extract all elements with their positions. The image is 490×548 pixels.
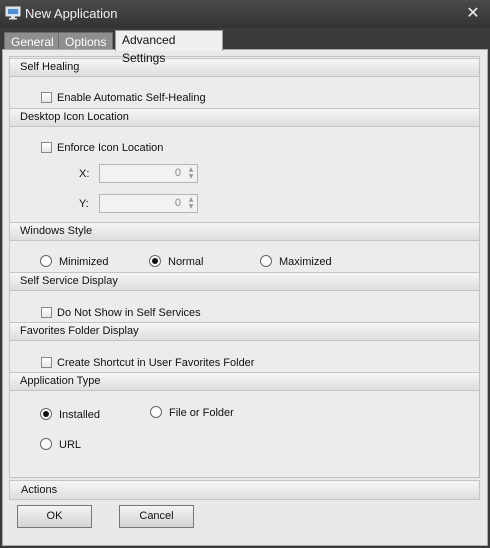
maximized-label: Maximized [279, 256, 332, 268]
y-coordinate-spinner[interactable]: 0 ▲ ▼ [99, 194, 198, 213]
radio-button[interactable] [40, 438, 52, 450]
normal-label: Normal [168, 256, 204, 268]
section-desktop-icon-location: Desktop Icon Location [10, 108, 479, 127]
advanced-settings-panel: Self Healing Enable Automatic Self-Heali… [2, 49, 488, 546]
tab-general[interactable]: General [4, 32, 59, 50]
section-windows-style: Windows Style [10, 222, 479, 241]
checkbox-box[interactable] [41, 92, 52, 103]
section-self-service-display: Self Service Display [10, 272, 479, 291]
checkbox-box[interactable] [41, 357, 52, 368]
installed-label: Installed [59, 409, 100, 421]
cancel-button[interactable]: Cancel [119, 505, 194, 528]
do-not-show-label: Do Not Show in Self Services [57, 307, 201, 319]
radio-button[interactable] [150, 406, 162, 418]
monitor-icon [5, 6, 21, 20]
file-or-folder-label: File or Folder [169, 407, 234, 419]
spin-arrows-icon[interactable]: ▲ ▼ [186, 196, 196, 211]
radio-button[interactable] [260, 255, 272, 267]
application-window: New Application ✕ General Options Advanc… [0, 0, 490, 548]
minimized-label: Minimized [59, 256, 109, 268]
radio-button-selected[interactable] [149, 255, 161, 267]
enforce-icon-location-label: Enforce Icon Location [57, 142, 164, 154]
section-self-healing: Self Healing [10, 58, 479, 77]
close-icon[interactable]: ✕ [465, 3, 481, 22]
tab-options[interactable]: Options [58, 32, 113, 50]
enable-self-healing-label: Enable Automatic Self-Healing [57, 92, 206, 104]
title-bar[interactable]: New Application ✕ [0, 0, 490, 28]
window-title: New Application [25, 6, 118, 21]
x-value: 0 [174, 167, 181, 179]
radio-button-selected[interactable] [40, 408, 52, 420]
ok-button[interactable]: OK [17, 505, 92, 528]
url-label: URL [59, 439, 82, 451]
settings-frame: Self Healing Enable Automatic Self-Heali… [9, 56, 480, 478]
x-coordinate-spinner[interactable]: 0 ▲ ▼ [99, 164, 198, 183]
create-shortcut-label: Create Shortcut in User Favorites Folder [57, 357, 255, 369]
x-label: X: [79, 168, 90, 180]
checkbox-box[interactable] [41, 307, 52, 318]
y-value: 0 [174, 197, 181, 209]
tab-advanced-settings[interactable]: Advanced Settings [115, 30, 223, 65]
section-actions: Actions [9, 480, 480, 500]
radio-button[interactable] [40, 255, 52, 267]
section-favorites-folder-display: Favorites Folder Display [10, 322, 479, 341]
checkbox-box[interactable] [41, 142, 52, 153]
spin-arrows-icon[interactable]: ▲ ▼ [186, 166, 196, 181]
y-label: Y: [79, 198, 89, 210]
section-application-type: Application Type [10, 372, 479, 391]
